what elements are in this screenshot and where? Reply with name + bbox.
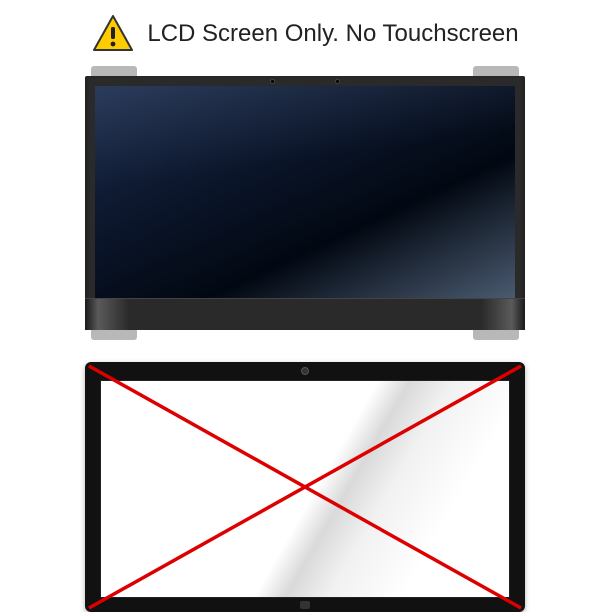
touchscreen-illustration bbox=[85, 362, 525, 612]
touchscreen-glass bbox=[100, 380, 510, 598]
lcd-screen-illustration bbox=[85, 66, 525, 340]
warning-icon bbox=[91, 14, 135, 54]
camera-dot-icon bbox=[301, 367, 309, 375]
touchscreen-body bbox=[85, 362, 525, 612]
lcd-bracket-bottom bbox=[85, 330, 525, 340]
lcd-bezel-top bbox=[85, 76, 525, 86]
lcd-body bbox=[85, 76, 525, 330]
header: LCD Screen Only. No Touchscreen bbox=[91, 14, 518, 54]
caption-text: LCD Screen Only. No Touchscreen bbox=[147, 20, 518, 48]
home-button-icon bbox=[300, 601, 310, 609]
lcd-bracket-top bbox=[85, 66, 525, 76]
camera-dot-icon bbox=[270, 79, 275, 84]
lcd-panel bbox=[95, 86, 515, 298]
camera-dot-icon bbox=[335, 79, 340, 84]
lcd-chin bbox=[85, 298, 525, 330]
